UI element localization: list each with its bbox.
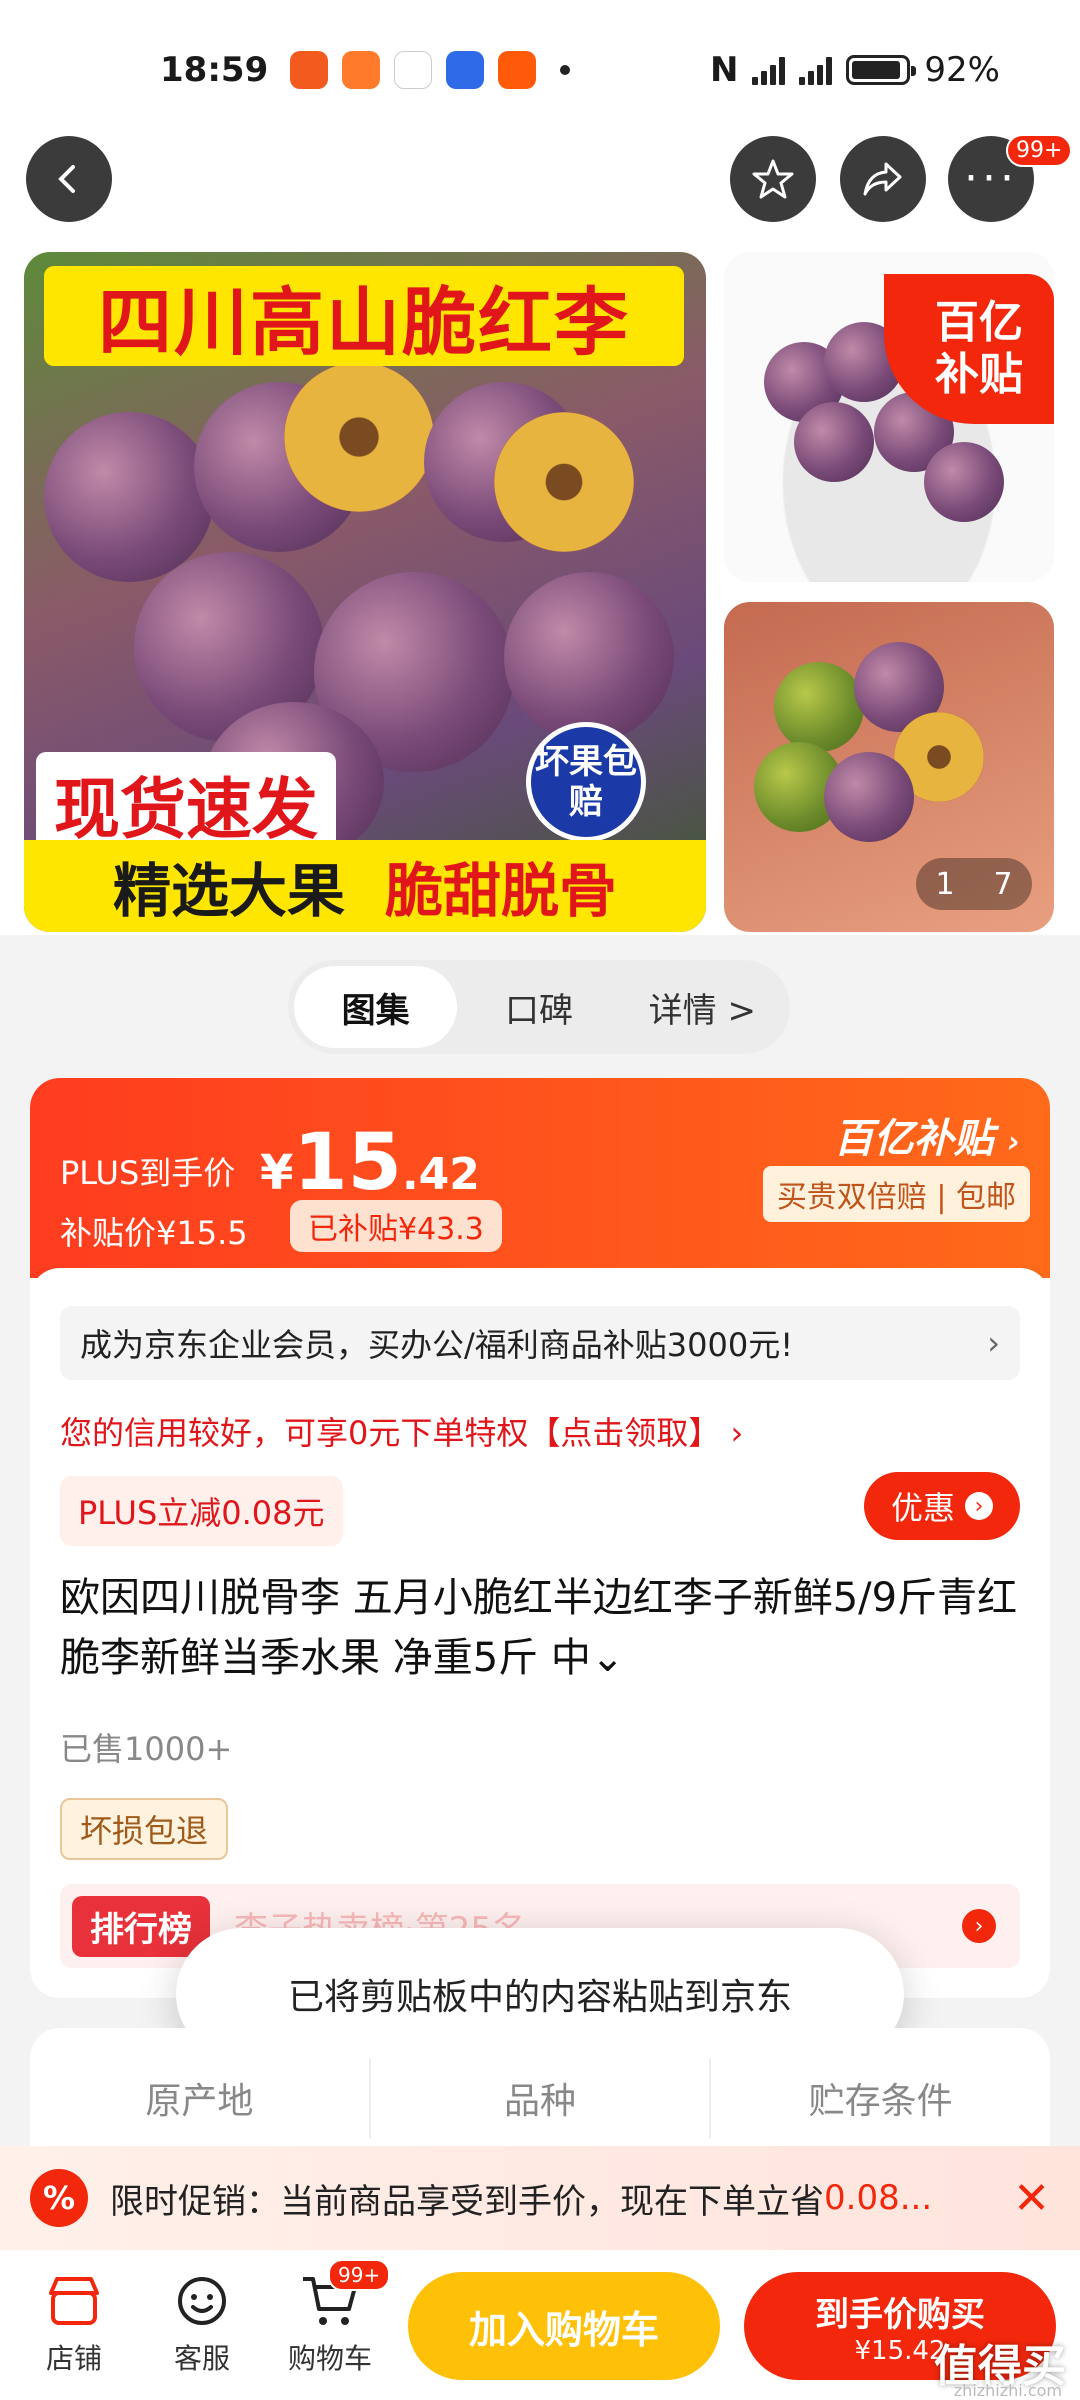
chevron-right-icon: › <box>987 1324 1000 1362</box>
plus-discount-chip: PLUS立减0.08元 <box>60 1476 343 1546</box>
back-arrow-icon <box>58 165 75 193</box>
signal-icon-2 <box>799 55 833 85</box>
store-button[interactable]: 店铺 <box>10 2273 138 2377</box>
promo-save: 0.08... <box>824 2178 933 2218</box>
taobao-app-icon <box>498 51 537 89</box>
image-bottom-banner: 精选大果 脆甜脱骨 <box>24 840 706 932</box>
credit-offer-link[interactable]: 您的信用较好，可享0元下单特权【点击领取】 › <box>60 1408 743 1454</box>
cart-button[interactable]: 99+ 购物车 <box>266 2259 394 2377</box>
share-icon <box>863 162 902 196</box>
book-app-icon <box>342 51 381 89</box>
share-button[interactable] <box>840 136 926 222</box>
refund-tag: 坏损包退 <box>60 1798 229 1860</box>
store-label: 店铺 <box>45 2342 102 2375</box>
product-info: 成为京东企业会员，买办公/福利商品补贴3000元! › 您的信用较好，可享0元下… <box>30 1268 1050 1998</box>
image-title: 四川高山脆红李 <box>44 266 684 366</box>
shop-app-icon <box>394 51 433 89</box>
subsidy-corner-line2: 补贴 <box>935 349 1023 400</box>
price-header: PLUS到手价 ¥15.42 补贴价¥15.5 已补贴¥43.3 百亿补贴 › … <box>30 1078 1050 1278</box>
store-icon <box>49 2277 99 2325</box>
product-gallery[interactable]: 四川高山脆红李 坏果包赔 现货速发 精选大果 脆甜脱骨 百亿 补贴 1 7 <box>0 230 1080 935</box>
buy-label: 到手价购买 <box>815 2294 985 2335</box>
clock: 18:59 <box>160 50 269 90</box>
back-button[interactable] <box>26 136 112 222</box>
plum-image <box>774 662 864 752</box>
coupon-label: 优惠 <box>890 1489 955 1527</box>
promo-strip[interactable]: % 限时促销：当前商品享受到手价，现在下单立省 0.08... ✕ <box>0 2146 1080 2250</box>
subsidy-brand[interactable]: 百亿补贴 › <box>748 1106 1020 1162</box>
service-label: 客服 <box>173 2342 230 2375</box>
percent-icon: % <box>30 2169 88 2227</box>
tab-details[interactable]: 详情 > <box>621 966 784 1048</box>
cart-badge: 99+ <box>328 2259 391 2291</box>
gallery-pager: 1 7 <box>916 858 1032 910</box>
promo-text: 限时促销：当前商品享受到手价，现在下单立省 <box>110 2181 824 2222</box>
content-tabs: 图集 口碑 详情 > <box>288 960 790 1054</box>
battery-percent: 92% <box>924 50 1000 90</box>
top-nav: ··· 99+ <box>0 134 1080 230</box>
price-integer: 15 <box>293 1118 402 1208</box>
star-icon <box>752 159 794 199</box>
attr-storage: 贮存条件 <box>808 2081 953 2122</box>
ranking-tag: 排行榜 <box>72 1895 210 1957</box>
more-dots-icon: ··· <box>964 153 1018 204</box>
battery-icon <box>846 55 917 85</box>
plum-image <box>44 412 214 582</box>
coupon-button[interactable]: 优惠 › <box>864 1472 1020 1540</box>
baidu-app-icon <box>446 51 485 89</box>
more-notifications-icon <box>560 65 571 75</box>
cut-plum-image <box>494 412 634 552</box>
attribute-row[interactable]: 原产地 品种 贮存条件 <box>30 2028 1050 2148</box>
tab-reviews[interactable]: 口碑 <box>457 966 620 1048</box>
close-icon[interactable]: ✕ <box>1013 2173 1050 2224</box>
chevron-right-icon: › <box>962 1909 996 1943</box>
subsidized-amount: 已补贴¥43.3 <box>290 1200 502 1252</box>
favorite-button[interactable] <box>730 136 816 222</box>
main-product-image[interactable]: 四川高山脆红李 坏果包赔 现货速发 精选大果 脆甜脱骨 <box>24 252 706 932</box>
bottom-action-bar: 店铺 客服 99+ 购物车 加入购物车 到手价购买 ¥15.42 值得买 zhi… <box>0 2250 1080 2400</box>
subsidy-price: 补贴价¥15.5 <box>60 1214 248 1252</box>
service-button[interactable]: 客服 <box>138 2273 266 2377</box>
subsidy-brand-text: 百亿补贴 <box>833 1116 994 1162</box>
watermark-url: zhizhizhi.com <box>953 2381 1062 2400</box>
product-title[interactable]: 欧因四川脱骨李 五月小脆红半边红李子新鲜5/9斤青红脆李新鲜当季水果 净重5斤 … <box>60 1568 1020 1688</box>
sold-count: 已售1000+ <box>60 1730 233 1768</box>
attr-origin: 原产地 <box>30 2058 371 2138</box>
bad-fruit-badge: 坏果包赔 <box>526 722 646 842</box>
plum-image <box>924 442 1004 522</box>
cart-label: 购物车 <box>287 2342 372 2375</box>
currency-symbol: ¥ <box>260 1145 294 1201</box>
service-icon <box>178 2277 226 2325</box>
status-bar: 18:59 N 92% <box>0 0 1080 140</box>
side-product-image-1[interactable]: 百亿 补贴 <box>724 252 1054 582</box>
enterprise-row[interactable]: 成为京东企业会员，买办公/福利商品补贴3000元! › <box>60 1306 1020 1380</box>
app-notification-icon <box>290 51 329 89</box>
pager-total: 7 <box>993 866 1013 902</box>
chevron-right-icon: › <box>965 1492 993 1520</box>
plum-image <box>824 752 914 842</box>
chevron-right-icon: › <box>1007 1125 1020 1160</box>
plum-image <box>794 402 874 482</box>
big-fruit-text: 精选大果 <box>112 857 345 925</box>
brand-guarantee: 买贵双倍赔 | 包邮 <box>762 1166 1030 1222</box>
plum-image <box>504 572 674 742</box>
nfc-icon: N <box>709 50 739 90</box>
subsidy-corner-line1: 百亿 <box>935 297 1023 348</box>
attr-variety: 品种 <box>371 2058 712 2138</box>
crisp-sweet-text: 脆甜脱骨 <box>385 857 618 925</box>
tab-gallery[interactable]: 图集 <box>294 966 458 1048</box>
price-card: PLUS到手价 ¥15.42 补贴价¥15.5 已补贴¥43.3 百亿补贴 › … <box>30 1078 1050 1998</box>
price-decimal: .42 <box>401 1149 480 1200</box>
cut-plum-image <box>284 362 434 512</box>
add-to-cart-button[interactable]: 加入购物车 <box>408 2272 720 2380</box>
plus-price-label: PLUS到手价 <box>60 1154 236 1192</box>
pager-current: 1 <box>935 866 955 902</box>
plus-price: ¥15.42 <box>260 1118 480 1208</box>
enterprise-text: 成为京东企业会员，买办公/福利商品补贴3000元! <box>80 1326 794 1364</box>
buy-price: ¥15.42 <box>854 2335 946 2366</box>
message-badge: 99+ <box>1006 134 1073 167</box>
signal-icon <box>752 55 786 85</box>
